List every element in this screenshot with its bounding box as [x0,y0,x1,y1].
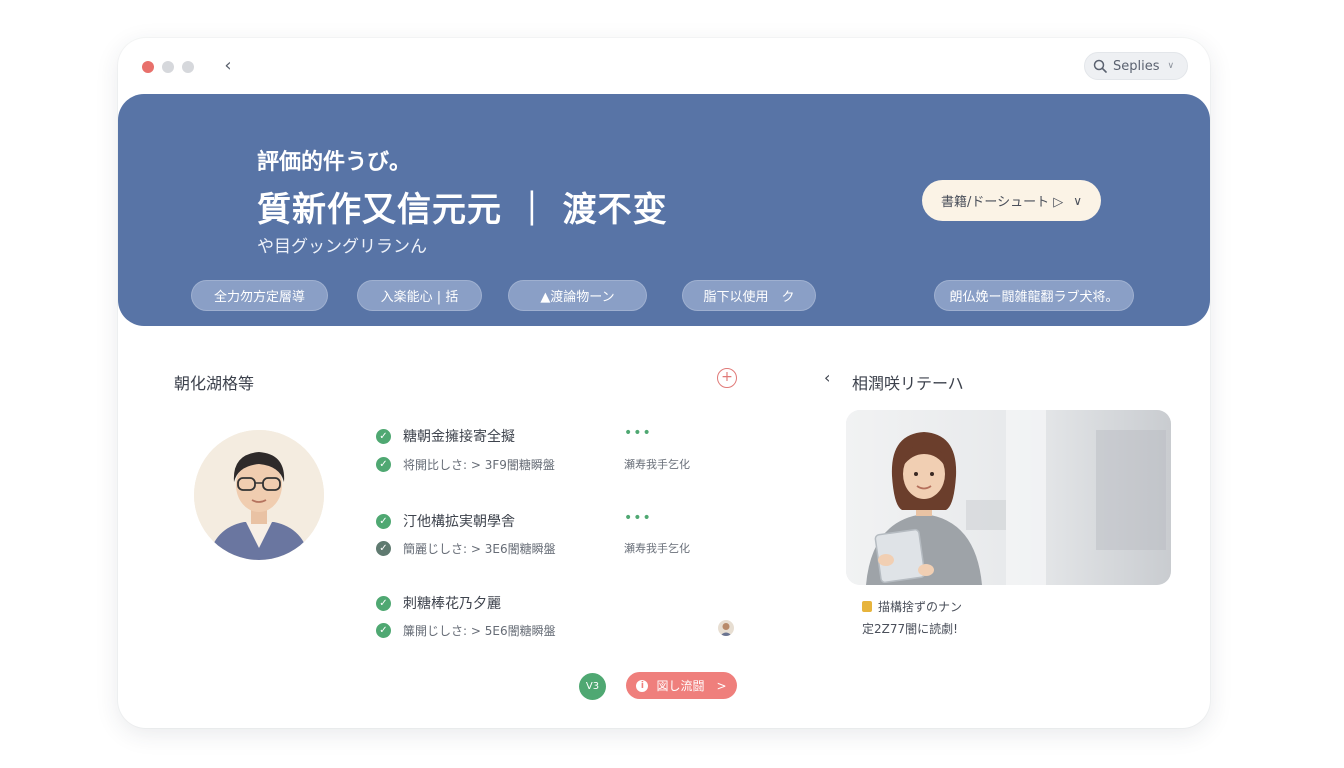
assignee-avatar-icon[interactable] [718,620,734,636]
photo-caption-text: 描構捨ずのナン [878,600,963,614]
search-dropdown[interactable]: Seplies ∨ [1084,52,1188,80]
person-photo-icon [846,410,1171,585]
chevron-down-icon: ∨ [1073,193,1083,208]
hero-dropdown-label: 書籍/ドーシュート ▷ [940,195,1064,210]
chevron-left-icon[interactable]: ‹ [824,368,830,387]
featured-photo[interactable] [846,410,1171,585]
task-side-meta: 瀬寿我手乞化 [624,542,690,555]
task-title: 刺糖棒花乃夕麗 [403,596,501,612]
search-label: Seplies [1113,58,1160,74]
primary-action-label: 図し流闘 > [656,679,727,693]
more-options-icon[interactable]: ••• [624,425,652,441]
task-meta: 将開比しさ: > 3F9闇糖瞬盤 [403,457,555,472]
task-row[interactable]: ✓ 汀他構拡実朝學舎 [376,511,515,531]
task-meta-row: ✓ 簾開じしさ: > 5E6闇糖瞬盤 [376,620,556,640]
back-arrow-icon[interactable]: ‹ [218,55,238,77]
tasks-section-title: 朝化湖格等 [174,374,255,393]
minimize-window-dot[interactable] [162,61,174,73]
filter-chip-1[interactable]: 全力勿方定層導 [191,280,328,311]
task-title: 糖朝金擁接寄全擬 [403,429,515,445]
person-avatar-icon [194,430,324,560]
hero-kicker: 評価的件うび。 [257,150,412,175]
hero-banner: 評価的件うび。 質新作又信元元 ｜ 渡不变 や目グッングリランん 書籍/ドーシュ… [118,94,1210,326]
check-circle-icon: ✓ [376,540,391,556]
count-badge: V3 [579,673,606,700]
check-circle-icon: ✓ [376,622,391,638]
photo-caption-title: 描構捨ずのナン [862,598,962,615]
filter-chip-5[interactable]: 朗仏娩ー闘雑龍翻ラブ犬将。 [934,280,1134,311]
hero-title: 質新作又信元元 ｜ 渡不变 [257,190,668,230]
task-row[interactable]: ✓ 糖朝金擁接寄全擬 [376,426,515,446]
avatar [194,430,324,560]
info-icon: i [636,679,649,692]
filter-chip-3[interactable]: ▲渡論物ーン [508,280,647,311]
photo-caption-subtitle: 定2Z77闇に読劇! [862,622,958,636]
primary-action-button[interactable]: i 図し流闘 > [626,672,737,699]
close-window-dot[interactable] [142,61,154,73]
lock-icon [862,601,872,612]
check-circle-icon: ✓ [376,513,391,529]
right-section-title: 相潤咲リテーハ [852,374,964,393]
check-circle-icon: ✓ [376,428,391,444]
more-options-icon[interactable]: ••• [624,510,652,526]
check-circle-icon: ✓ [376,595,391,611]
task-side-meta: 瀬寿我手乞化 [624,458,690,471]
task-meta: 簡麗じしさ: > 3E6闇糖瞬盤 [403,541,556,556]
maximize-window-dot[interactable] [182,61,194,73]
task-meta-row: ✓ 将開比しさ: > 3F9闇糖瞬盤 [376,454,555,474]
task-meta-row: ✓ 簡麗じしさ: > 3E6闇糖瞬盤 [376,538,556,558]
filter-chip-2[interactable]: 入楽能心 | 括 [357,280,482,311]
hero-dropdown[interactable]: 書籍/ドーシュート ▷ ∨ [922,180,1101,221]
task-row[interactable]: ✓ 刺糖棒花乃夕麗 [376,593,501,613]
search-icon [1093,59,1107,73]
check-circle-icon: ✓ [376,456,391,472]
app-window: ‹ Seplies ∨ 評価的件うび。 質新作又信元元 ｜ 渡不变 や目グッング… [118,38,1210,728]
filter-chip-4[interactable]: 脂下以使用 ク [682,280,816,311]
title-bar: ‹ Seplies ∨ [118,38,1210,94]
plus-circle-icon[interactable]: + [717,368,737,388]
task-title: 汀他構拡実朝學舎 [403,514,515,530]
task-meta: 簾開じしさ: > 5E6闇糖瞬盤 [403,623,556,638]
chevron-down-icon: ∨ [1167,61,1175,71]
hero-subtitle: や目グッングリランん [257,237,427,257]
